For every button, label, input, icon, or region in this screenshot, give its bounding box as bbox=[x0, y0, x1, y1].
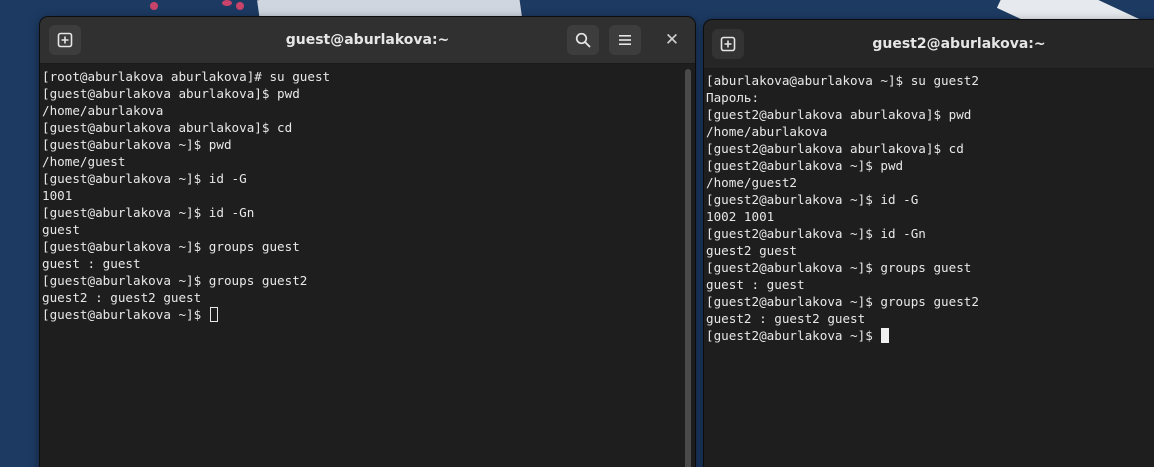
terminal-line: [guest2@aburlakova ~]$ id -Gn bbox=[706, 226, 926, 241]
terminal-output[interactable]: [root@aburlakova aburlakova]# su guest [g… bbox=[40, 64, 695, 323]
terminal-window-guest2[interactable]: guest2@aburlakova:~ [aburlakova@aburlako… bbox=[704, 20, 1154, 467]
wallpaper-decoration bbox=[236, 2, 244, 10]
terminal-prompt-line[interactable]: [guest2@aburlakova ~]$ bbox=[706, 327, 1154, 344]
terminal-line: [guest2@aburlakova ~]$ groups guest bbox=[706, 260, 972, 275]
close-button[interactable]: ✕ bbox=[657, 25, 687, 55]
terminal-line: 1002 1001 bbox=[706, 209, 775, 224]
terminal-line: [guest@aburlakova ~]$ id -G bbox=[42, 171, 247, 186]
terminal-line: guest2 guest bbox=[706, 243, 797, 258]
terminal-line: [guest@aburlakova ~]$ id -Gn bbox=[42, 205, 255, 220]
terminal-line: [guest@aburlakova aburlakova]$ cd bbox=[42, 120, 293, 135]
new-tab-icon bbox=[720, 36, 736, 52]
terminal-line: guest : guest bbox=[42, 256, 141, 271]
terminal-line: [guest@aburlakova ~]$ pwd bbox=[42, 137, 232, 152]
terminal-prompt-line[interactable]: [guest@aburlakova ~]$ bbox=[42, 306, 695, 323]
close-icon: ✕ bbox=[664, 30, 680, 50]
terminal-line: [guest@aburlakova ~]$ groups guest2 bbox=[42, 273, 308, 288]
terminal-line: [guest2@aburlakova ~]$ id -G bbox=[706, 192, 919, 207]
window-title: guest2@aburlakova:~ bbox=[872, 36, 1046, 52]
new-tab-icon bbox=[57, 32, 73, 48]
menu-button[interactable] bbox=[609, 25, 641, 55]
terminal-line: [guest@aburlakova ~]$ groups guest bbox=[42, 239, 300, 254]
scrollbar[interactable] bbox=[685, 69, 691, 467]
terminal-line: [guest2@aburlakova aburlakova]$ pwd bbox=[706, 107, 972, 122]
hamburger-menu-icon bbox=[618, 34, 632, 46]
terminal-line: [aburlakova@aburlakova ~]$ su guest2 bbox=[706, 73, 979, 88]
terminal-line: guest2 : guest2 guest bbox=[42, 290, 202, 305]
terminal-output[interactable]: [aburlakova@aburlakova ~]$ su guest2 Паро… bbox=[704, 69, 1154, 344]
terminal-line: /home/guest bbox=[42, 154, 126, 169]
terminal-line: /home/guest2 bbox=[706, 175, 797, 190]
terminal-window-guest[interactable]: guest@aburlakova:~ ✕ [root@aburlakova ab… bbox=[40, 17, 695, 467]
terminal-prompt: [guest2@aburlakova ~]$ bbox=[706, 328, 881, 343]
terminal-line: [guest2@aburlakova ~]$ pwd bbox=[706, 158, 904, 173]
wallpaper-decoration bbox=[222, 0, 232, 6]
new-tab-button[interactable] bbox=[49, 25, 81, 55]
wallpaper-decoration bbox=[150, 2, 158, 10]
terminal-prompt: [guest@aburlakova ~]$ bbox=[42, 307, 209, 322]
terminal-line: [root@aburlakova aburlakova]# su guest bbox=[42, 69, 331, 84]
terminal-cursor bbox=[881, 328, 890, 343]
terminal-cursor bbox=[209, 307, 218, 322]
search-button[interactable] bbox=[567, 25, 599, 55]
terminal-line: [guest@aburlakova aburlakova]$ pwd bbox=[42, 86, 300, 101]
terminal-line: guest : guest bbox=[706, 277, 805, 292]
terminal-line: [guest2@aburlakova ~]$ groups guest2 bbox=[706, 294, 979, 309]
terminal-line: guest bbox=[42, 222, 80, 237]
terminal-line: [guest2@aburlakova aburlakova]$ cd bbox=[706, 141, 964, 156]
terminal-line: guest2 : guest2 guest bbox=[706, 311, 866, 326]
terminal-line: Пароль: bbox=[706, 90, 760, 105]
new-tab-button[interactable] bbox=[712, 29, 744, 59]
search-icon bbox=[575, 32, 591, 48]
terminal-line: /home/aburlakova bbox=[42, 103, 164, 118]
window-titlebar[interactable]: guest2@aburlakova:~ bbox=[704, 20, 1154, 69]
terminal-line: /home/aburlakova bbox=[706, 124, 828, 139]
window-titlebar[interactable]: guest@aburlakova:~ ✕ bbox=[40, 17, 695, 64]
terminal-line: 1001 bbox=[42, 188, 73, 203]
